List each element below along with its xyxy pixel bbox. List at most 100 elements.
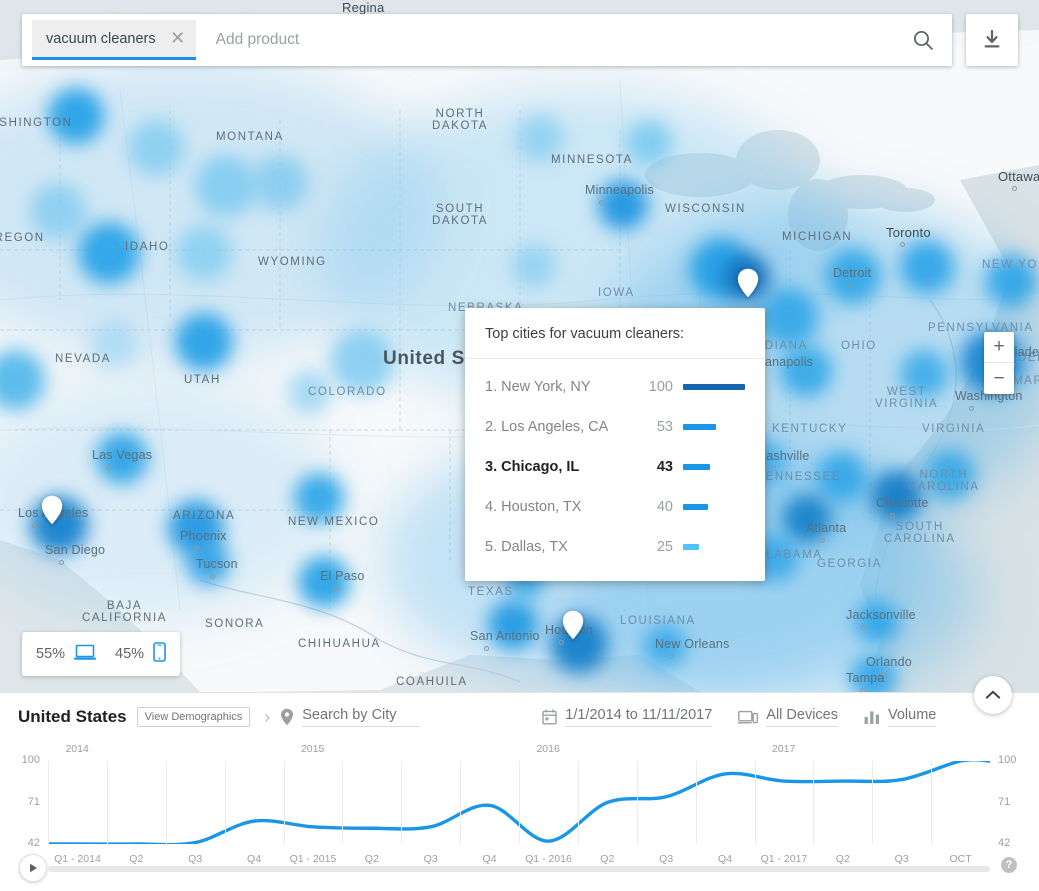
mobile-percent: 45%	[115, 646, 145, 662]
filters-toolbar: United States View Demographics › Search…	[0, 693, 1039, 741]
chart-scrollbar[interactable]	[48, 866, 990, 872]
chart-gridline	[872, 761, 874, 844]
chevron-right-icon: ›	[264, 706, 271, 727]
top-city-row[interactable]: 1. New York, NY 100	[465, 367, 765, 407]
top-city-bar	[683, 504, 747, 510]
chart-y-tick-right: 42	[998, 837, 1011, 849]
chart-y-tick-left: 71	[27, 795, 40, 808]
device-split-widget: 55% 45%	[22, 632, 181, 676]
zoom-in-button[interactable]: +	[984, 332, 1014, 363]
help-icon[interactable]: ?	[1001, 857, 1017, 873]
search-button[interactable]	[894, 14, 952, 66]
calendar-icon	[542, 709, 557, 725]
chart-x-tick: Q2	[129, 853, 144, 865]
top-cities-list: 1. New York, NY 100 2. Los Angeles, CA 53 3.…	[465, 359, 765, 581]
chart-x-tick: Q3	[188, 853, 203, 865]
top-city-name: 4. Houston, TX	[485, 499, 582, 515]
chart-plot-area	[48, 761, 990, 844]
top-city-row[interactable]: 3. Chicago, IL 43	[465, 447, 765, 487]
pin-houston[interactable]	[562, 610, 584, 640]
product-search-bar[interactable]: vacuum cleaners ✕	[22, 14, 952, 66]
search-icon	[914, 31, 933, 50]
top-city-row[interactable]: 2. Los Angeles, CA 53	[465, 407, 765, 447]
collapse-panel-button[interactable]	[974, 676, 1012, 714]
download-icon	[984, 29, 1000, 47]
mobile-icon	[153, 641, 166, 667]
chart-gridline	[401, 761, 403, 844]
chart-gridline	[813, 761, 815, 844]
metric-field[interactable]: Volume	[864, 707, 937, 727]
add-product-input[interactable]	[215, 31, 894, 49]
chart-gridline	[931, 761, 933, 844]
pin-los-angeles[interactable]	[41, 495, 63, 525]
top-city-bar	[683, 464, 747, 470]
chart-x-tick: Q2	[364, 853, 379, 865]
view-demographics-button[interactable]: View Demographics	[136, 707, 251, 727]
city-search-field[interactable]: Search by City	[280, 707, 421, 727]
chart-y-tick-left: 100	[21, 754, 40, 766]
top-city-name: 5. Dallas, TX	[485, 539, 568, 555]
date-range-field[interactable]: 1/1/2014 to 11/11/2017	[542, 707, 713, 727]
chart-gridline	[283, 761, 285, 844]
top-city-name: 1. New York, NY	[485, 379, 591, 395]
top-city-bar	[683, 544, 747, 550]
chart-y-tick-right: 100	[998, 754, 1017, 766]
chart-gridline	[106, 761, 108, 844]
chart-x-tick: Q1 - 2014	[54, 853, 101, 865]
play-icon	[30, 863, 37, 873]
metric-value[interactable]: Volume	[888, 707, 937, 727]
chart-x-tick: Q4	[482, 853, 497, 865]
chart-x-tick: Q3	[659, 853, 674, 865]
chart-gridline	[636, 761, 638, 844]
desktop-icon	[74, 644, 97, 665]
chart-x-tick: Q4	[718, 853, 733, 865]
chart-year-label: 2016	[536, 743, 560, 755]
download-button[interactable]	[966, 14, 1018, 66]
top-city-name: 3. Chicago, IL	[485, 459, 580, 475]
pin-chicago[interactable]	[737, 268, 759, 298]
chart-gridline	[165, 761, 167, 844]
play-animation-button[interactable]	[19, 854, 47, 882]
chart-gridline	[224, 761, 226, 844]
heatmap-map[interactable]: WASHINGTONMONTANANORTHDAKOTAMINNESOTASOU…	[0, 0, 1039, 692]
chevron-up-icon	[985, 690, 1001, 699]
popup-title: Top cities for vacuum cleaners:	[465, 308, 765, 359]
chart-x-tick: Q3	[894, 853, 909, 865]
chart-year-label: 2015	[300, 743, 325, 755]
chart-y-tick-right: 71	[998, 795, 1011, 808]
chart-x-tick: Q2	[600, 853, 615, 865]
top-city-value: 40	[656, 499, 673, 515]
map-zoom-controls[interactable]: + −	[984, 332, 1014, 394]
location-pin-icon	[281, 708, 294, 726]
bar-chart-icon	[864, 710, 879, 724]
chart-x-tick: Q1 - 2015	[289, 853, 337, 865]
chart-gridline	[342, 761, 344, 844]
device-filter-value[interactable]: All Devices	[766, 707, 838, 727]
chart-year-label: 2014	[65, 743, 89, 755]
zoom-out-button[interactable]: −	[984, 363, 1014, 394]
chart-y-tick-left: 42	[27, 837, 40, 849]
top-city-value: 25	[656, 539, 673, 555]
top-city-value: 53	[656, 419, 673, 435]
top-city-row[interactable]: 4. Houston, TX 40	[465, 487, 765, 527]
desktop-percent: 55%	[36, 646, 66, 662]
top-city-value: 43	[656, 459, 673, 475]
chart-x-tick: Q1 - 2017	[760, 853, 808, 865]
chart-gridline	[754, 761, 756, 844]
top-city-bar	[683, 384, 747, 390]
close-icon[interactable]: ✕	[168, 29, 188, 49]
top-city-bar	[683, 424, 747, 430]
top-city-value: 100	[648, 379, 673, 395]
date-range-value[interactable]: 1/1/2014 to 11/11/2017	[565, 707, 713, 727]
chart-gridline	[460, 761, 462, 844]
top-city-row[interactable]: 5. Dallas, TX 25	[465, 527, 765, 567]
top-city-name: 2. Los Angeles, CA	[485, 419, 609, 435]
device-filter-field[interactable]: All Devices	[738, 707, 838, 727]
chart-x-tick: Q1 - 2016	[525, 853, 572, 865]
chart-gridline	[577, 761, 579, 844]
chart-gridline	[695, 761, 697, 844]
chart-gridline	[48, 761, 49, 844]
device-icon	[738, 710, 759, 724]
product-chip-vacuum-cleaners[interactable]: vacuum cleaners ✕	[32, 20, 196, 60]
city-search-placeholder[interactable]: Search by City	[302, 707, 421, 727]
